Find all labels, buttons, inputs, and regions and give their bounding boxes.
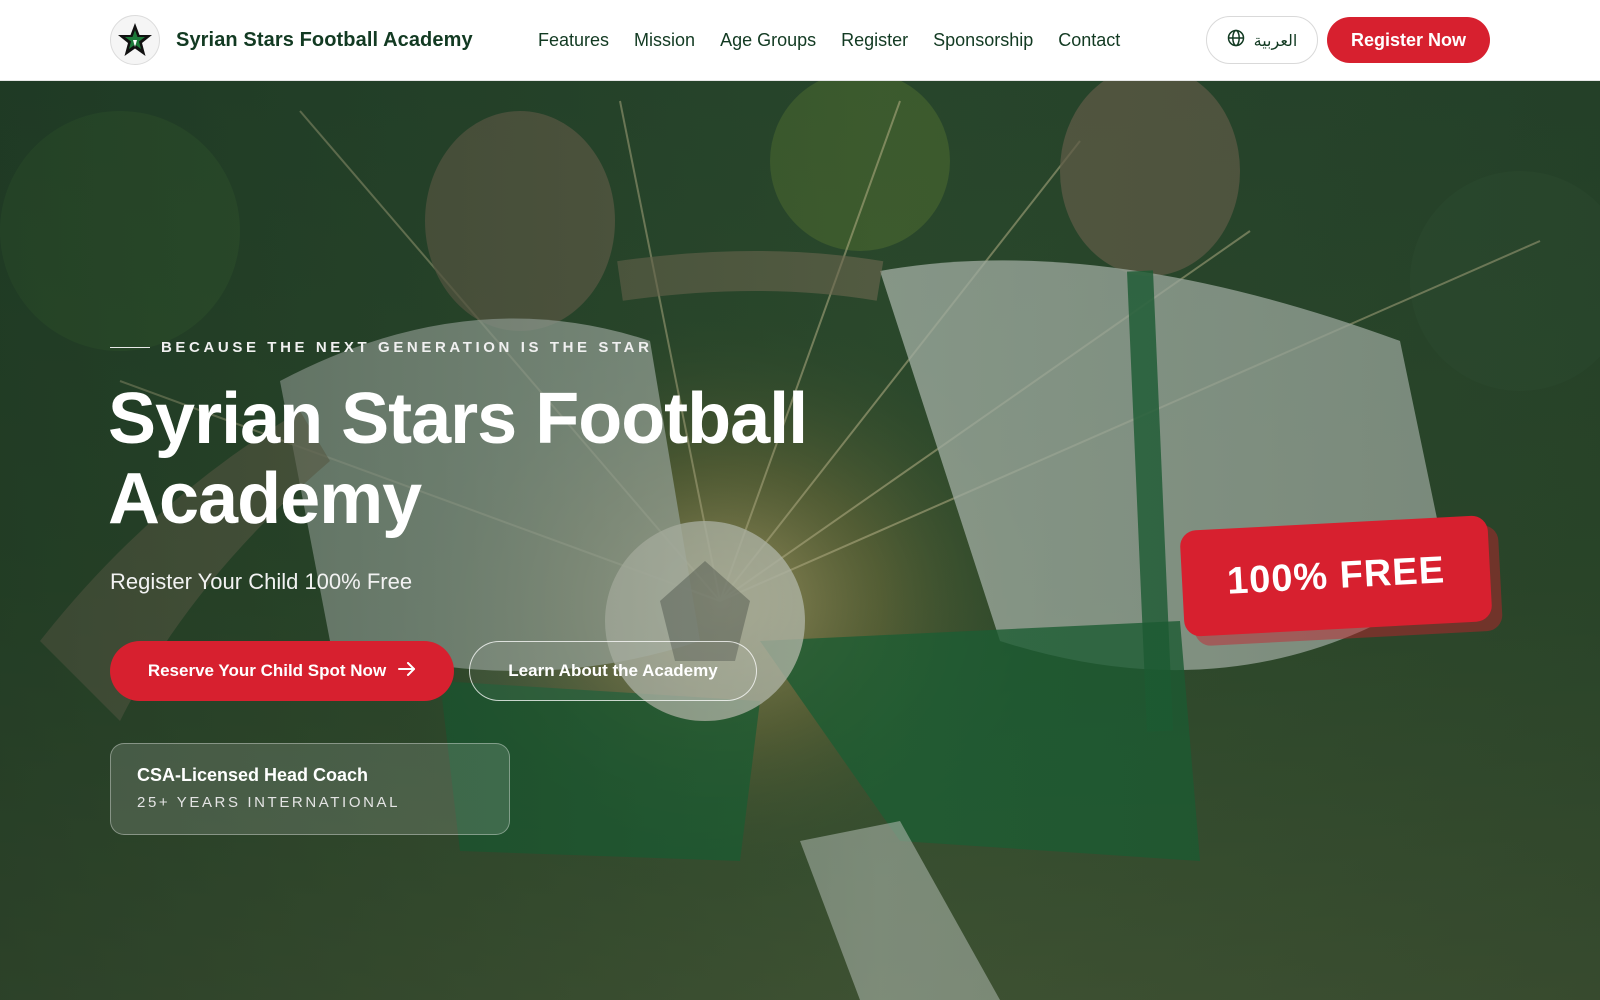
hero-eyebrow: BECAUSE THE NEXT GENERATION IS THE STAR bbox=[110, 339, 653, 356]
coach-card-title: CSA-Licensed Head Coach bbox=[137, 765, 369, 785]
hero-subtitle: Register Your Child 100% Free bbox=[110, 569, 413, 594]
nav-contact[interactable]: Contact bbox=[1058, 30, 1120, 51]
globe-icon bbox=[1227, 29, 1245, 51]
learn-about-button[interactable]: Learn About the Academy bbox=[469, 641, 757, 701]
main-nav: Features Mission Age Groups Register Spo… bbox=[538, 0, 1145, 80]
language-label: العربية bbox=[1253, 30, 1298, 50]
brand-logo-link[interactable]: Syrian Stars Football Academy bbox=[110, 15, 473, 65]
register-now-button[interactable]: Register Now bbox=[1327, 17, 1490, 63]
star-logo-icon bbox=[110, 15, 160, 65]
free-badge-text: 100% FREE bbox=[1225, 548, 1446, 603]
reserve-spot-label: Reserve Your Child Spot Now bbox=[147, 661, 387, 680]
hero-section: BECAUSE THE NEXT GENERATION IS THE STAR … bbox=[0, 81, 1600, 1000]
eyebrow-text: BECAUSE THE NEXT GENERATION IS THE STAR bbox=[161, 339, 653, 356]
site-header: Syrian Stars Football Academy Features M… bbox=[0, 0, 1600, 81]
hero-title-line-2: Academy bbox=[108, 459, 422, 539]
nav-age-groups[interactable]: Age Groups bbox=[720, 30, 816, 51]
brand-name: Syrian Stars Football Academy bbox=[176, 28, 473, 51]
language-toggle-button[interactable]: العربية bbox=[1206, 16, 1318, 64]
nav-features[interactable]: Features bbox=[538, 30, 609, 51]
hero-title: Syrian Stars Football Academy bbox=[108, 379, 1008, 539]
reserve-spot-button[interactable]: Reserve Your Child Spot Now bbox=[110, 641, 454, 701]
coach-card-subtitle: 25+ YEARS INTERNATIONAL bbox=[137, 794, 401, 811]
coach-info-card: CSA-Licensed Head Coach 25+ YEARS INTERN… bbox=[110, 743, 510, 835]
nav-mission[interactable]: Mission bbox=[634, 30, 695, 51]
free-badge: 100% FREE bbox=[1179, 515, 1493, 637]
arrow-right-icon bbox=[398, 661, 416, 681]
eyebrow-divider bbox=[110, 347, 150, 348]
hero-title-line-1: Syrian Stars Football bbox=[108, 379, 808, 459]
nav-register[interactable]: Register bbox=[841, 30, 908, 51]
nav-sponsorship[interactable]: Sponsorship bbox=[933, 30, 1033, 51]
